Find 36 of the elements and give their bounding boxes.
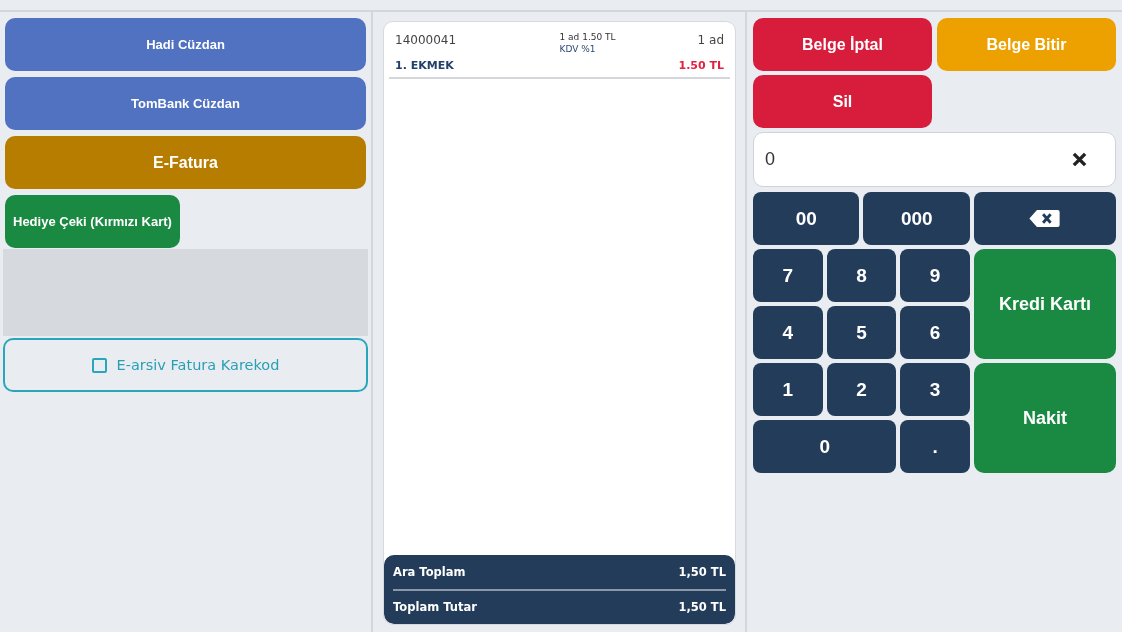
- keypad-key[interactable]: 1: [753, 363, 823, 416]
- payment-button[interactable]: Kredi Kartı: [974, 249, 1116, 359]
- total-label: Toplam Tutar: [393, 600, 477, 615]
- keypad-key[interactable]: 7: [753, 249, 823, 302]
- keypad-key[interactable]: .: [900, 420, 970, 473]
- gift-voucher-button[interactable]: Hediye Çeki (Kırmızı Kart): [5, 195, 180, 248]
- action-button[interactable]: Belge İptal: [753, 18, 932, 71]
- total-value: 1,50 TL: [678, 600, 726, 615]
- keypad-key[interactable]: 8: [826, 249, 897, 302]
- total-value: 1,50 TL: [678, 564, 726, 579]
- keypad-key[interactable]: 00: [753, 192, 860, 245]
- action-button[interactable]: Sil: [753, 75, 932, 128]
- barcode-text: 14000041: [395, 32, 458, 47]
- amount-field[interactable]: 0: [753, 132, 1116, 187]
- e-invoice-button[interactable]: E-Fatura: [5, 136, 366, 189]
- keypad-key[interactable]: 5: [826, 306, 897, 359]
- keypad-key[interactable]: 6: [900, 306, 970, 359]
- backspace-icon: [1029, 210, 1061, 227]
- unit-price-text: 1 ad 1.50 TL: [559, 31, 616, 43]
- keypad-key[interactable]: 3: [900, 363, 970, 416]
- keypad-key[interactable]: 4: [753, 306, 823, 359]
- wallet-button[interactable]: Hadi Cüzdan: [5, 18, 366, 71]
- keypad-key[interactable]: 0: [753, 420, 897, 473]
- tax-rate-text: KDV %1: [559, 43, 597, 55]
- quantity-text: 1 ad: [697, 32, 724, 47]
- checkbox-icon[interactable]: [91, 357, 107, 373]
- payment-button[interactable]: Nakit: [974, 363, 1116, 473]
- keypad-key[interactable]: 000: [863, 192, 970, 245]
- keypad-key[interactable]: 2: [826, 363, 897, 416]
- clear-icon[interactable]: [1072, 152, 1087, 167]
- total-label: Ara Toplam: [393, 564, 466, 579]
- wallet-button[interactable]: TomBank Cüzdan: [5, 77, 366, 130]
- item-amount: 1.50 TL: [678, 59, 724, 72]
- item-name: 1. EKMEK: [395, 59, 454, 72]
- keypad-key[interactable]: 9: [900, 249, 970, 302]
- backspace-key[interactable]: [974, 192, 1116, 245]
